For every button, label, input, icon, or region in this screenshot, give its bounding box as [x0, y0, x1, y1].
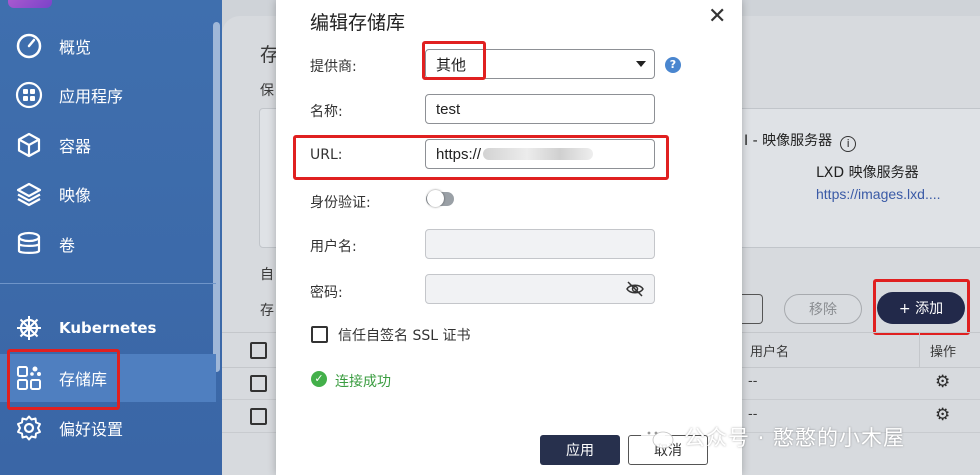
name-label: 名称: [310, 104, 343, 120]
trust-ssl-checkbox[interactable] [311, 326, 328, 343]
highlight-box-url [293, 135, 669, 180]
name-input-value: test [436, 100, 461, 118]
sidebar-item-label: 偏好设置 [59, 420, 124, 439]
highlight-box-add [873, 279, 970, 335]
help-icon[interactable]: ? [665, 57, 681, 73]
select-all-checkbox[interactable] [250, 342, 267, 359]
sidebar-item-volumes[interactable]: 卷 [0, 220, 216, 268]
column-header-actions: 操作 [930, 345, 957, 360]
row-settings-gear-icon[interactable]: ⚙ [935, 372, 950, 392]
trust-ssl-label: 信任自签名 SSL 证书 [338, 328, 471, 344]
column-header-username: 用户名 [750, 345, 790, 360]
repository-card-title: I - 映像服务器 i [744, 130, 857, 152]
authentication-label: 身份验证: [310, 195, 371, 211]
sidebar: 概览 应用程序 容器 映像 卷 Kubernetes 存储库 偏好设置 [0, 0, 222, 475]
table-cell-username: -- [748, 374, 758, 389]
sidebar-item-images[interactable]: 映像 [0, 170, 216, 218]
apply-button[interactable]: 应用 [540, 435, 620, 465]
row-checkbox[interactable] [250, 375, 267, 392]
sidebar-divider [0, 283, 216, 284]
search-input[interactable] [740, 294, 763, 324]
gear-icon [14, 413, 44, 443]
sidebar-item-label: 卷 [59, 236, 76, 255]
username-label: 用户名: [310, 239, 357, 255]
sidebar-item-label: Kubernetes [59, 319, 157, 337]
repository-card-name: LXD 映像服务器 [816, 165, 919, 181]
connection-status: 连接成功 [335, 374, 391, 390]
sidebar-item-label: 应用程序 [59, 87, 124, 106]
check-circle-icon: ✓ [311, 371, 327, 387]
sidebar-item-label: 映像 [59, 186, 92, 205]
provider-label: 提供商: [310, 59, 357, 75]
username-input[interactable] [425, 229, 655, 259]
sidebar-item-overview[interactable]: 概览 [0, 22, 216, 70]
section-label: 存 [260, 303, 274, 319]
edit-repository-dialog: 编辑存储库 ✕ 提供商: 其他 ? 名称: test URL: https://… [276, 0, 742, 475]
sidebar-item-applications[interactable]: 应用程序 [0, 71, 216, 119]
repository-card-url[interactable]: https://images.lxd.... [816, 186, 941, 202]
section-label: 自 [260, 267, 274, 283]
wechat-icon [640, 424, 674, 450]
app-logo [8, 0, 52, 8]
sidebar-item-kubernetes[interactable]: Kubernetes [0, 304, 216, 352]
password-input[interactable] [425, 274, 655, 304]
section-label: 保 [260, 83, 274, 99]
sidebar-item-label: 容器 [59, 137, 92, 156]
row-checkbox[interactable] [250, 408, 267, 425]
password-label: 密码: [310, 285, 343, 301]
database-icon [14, 229, 44, 259]
sidebar-item-label: 概览 [59, 38, 92, 57]
apps-grid-icon [14, 80, 44, 110]
remove-button[interactable]: 移除 [784, 294, 862, 324]
close-icon[interactable]: ✕ [708, 4, 726, 29]
column-divider [919, 333, 920, 367]
cube-icon [14, 130, 44, 160]
dialog-title: 编辑存储库 [310, 12, 406, 34]
name-input[interactable]: test [425, 94, 655, 124]
info-icon[interactable]: i [840, 136, 857, 152]
eye-off-icon[interactable] [626, 281, 644, 301]
sidebar-item-preferences[interactable]: 偏好设置 [0, 404, 216, 452]
table-cell-username: -- [748, 407, 758, 422]
highlight-box-provider [422, 41, 486, 80]
gauge-icon [14, 31, 44, 61]
watermark-text: 公众号 · 憨憨的小木屋 [684, 426, 906, 450]
row-settings-gear-icon[interactable]: ⚙ [935, 405, 950, 425]
chevron-down-icon [636, 61, 646, 67]
helm-wheel-icon [14, 313, 44, 343]
layers-icon [14, 179, 44, 209]
highlight-box-repositories [7, 349, 120, 410]
sidebar-item-containers[interactable]: 容器 [0, 121, 216, 169]
authentication-toggle[interactable] [426, 190, 454, 207]
